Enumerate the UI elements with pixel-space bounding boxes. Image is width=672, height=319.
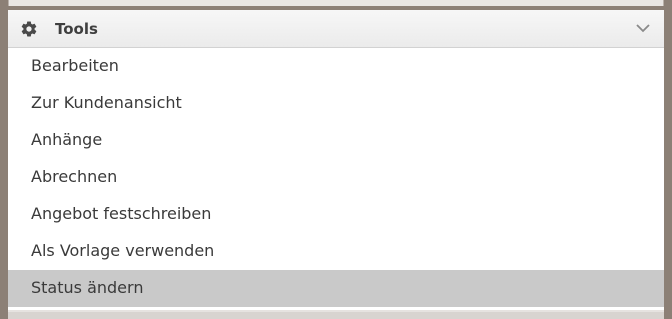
tools-panel-header[interactable]: Tools [8,10,664,48]
menu-item-abrechnen[interactable]: Abrechnen [8,159,664,196]
gear-icon [21,21,37,37]
panel-title: Tools [55,20,98,38]
menu-item-anhaenge[interactable]: Anhänge [8,122,664,159]
next-panel-edge [8,310,664,319]
tools-menu: Bearbeiten Zur Kundenansicht Anhänge Abr… [8,48,664,307]
chevron-down-icon[interactable] [636,23,650,33]
menu-item-status-aendern[interactable]: Status ändern [8,270,664,307]
next-panel-header-edge [8,312,664,319]
menu-item-bearbeiten[interactable]: Bearbeiten [8,48,664,85]
menu-item-als-vorlage-verwenden[interactable]: Als Vorlage verwenden [8,233,664,270]
menu-item-angebot-festschreiben[interactable]: Angebot festschreiben [8,196,664,233]
menu-item-zur-kundenansicht[interactable]: Zur Kundenansicht [8,85,664,122]
tools-panel: Tools Bearbeiten Zur Kundenansicht Anhän… [8,10,664,310]
previous-panel-edge [8,0,664,6]
background-top-strip [0,0,672,10]
